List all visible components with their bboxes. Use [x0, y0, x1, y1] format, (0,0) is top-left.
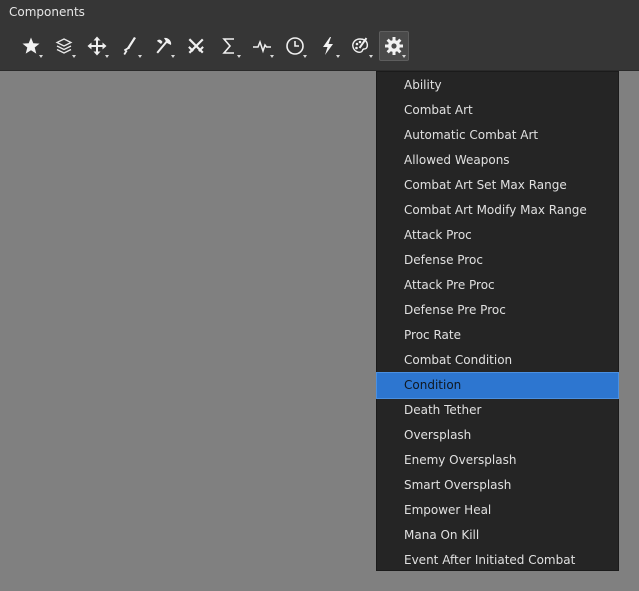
clock-tool-button[interactable] [278, 31, 311, 61]
chevron-down-icon [270, 55, 274, 58]
component-toolbar [14, 31, 409, 61]
menu-item-combat-art[interactable]: Combat Art [377, 98, 618, 123]
palette-tool-button[interactable] [344, 31, 377, 61]
menu-item-condition[interactable]: Condition [376, 372, 619, 399]
chevron-down-icon [237, 55, 241, 58]
menu-item-allowed-weapons[interactable]: Allowed Weapons [377, 148, 618, 173]
sigma-tool-button[interactable] [212, 31, 245, 61]
star-tool-button[interactable] [14, 31, 47, 61]
component-dropdown-menu: Ability Combat Art Automatic Combat Art … [376, 71, 619, 571]
menu-item-combat-art-modify-max-range[interactable]: Combat Art Modify Max Range [377, 198, 618, 223]
menu-item-mana-on-kill[interactable]: Mana On Kill [377, 523, 618, 548]
gear-icon [384, 36, 404, 56]
crossed-swords-icon [186, 36, 206, 56]
chevron-down-icon [369, 55, 373, 58]
menu-item-proc-rate[interactable]: Proc Rate [377, 323, 618, 348]
menu-item-ability[interactable]: Ability [377, 73, 618, 98]
chevron-down-icon [303, 55, 307, 58]
lightning-tool-button[interactable] [311, 31, 344, 61]
menu-item-empower-heal[interactable]: Empower Heal [377, 498, 618, 523]
chevron-down-icon [72, 55, 76, 58]
lightning-icon [318, 36, 338, 56]
settings-tool-button[interactable] [379, 31, 409, 61]
chevron-down-icon [171, 55, 175, 58]
sigma-icon [219, 36, 239, 56]
menu-item-enemy-oversplash[interactable]: Enemy Oversplash [377, 448, 618, 473]
menu-item-automatic-combat-art[interactable]: Automatic Combat Art [377, 123, 618, 148]
move-arrows-icon [87, 36, 107, 56]
menu-item-defense-pre-proc[interactable]: Defense Pre Proc [377, 298, 618, 323]
combat-tool-button[interactable] [179, 31, 212, 61]
chevron-down-icon [402, 55, 406, 58]
sword-icon [120, 36, 140, 56]
menu-item-attack-proc[interactable]: Attack Proc [377, 223, 618, 248]
clock-icon [285, 36, 305, 56]
menu-item-defense-proc[interactable]: Defense Proc [377, 248, 618, 273]
chevron-down-icon [336, 55, 340, 58]
components-panel: Components [0, 0, 639, 71]
pulse-icon [252, 36, 272, 56]
panel-title: Components [9, 5, 85, 19]
layers-icon [54, 36, 74, 56]
palette-icon [351, 36, 371, 56]
chevron-down-icon [138, 55, 142, 58]
sword-tool-button[interactable] [113, 31, 146, 61]
menu-item-oversplash[interactable]: Oversplash [377, 423, 618, 448]
menu-item-death-tether[interactable]: Death Tether [377, 398, 618, 423]
menu-item-combat-condition[interactable]: Combat Condition [377, 348, 618, 373]
axe-icon [153, 36, 173, 56]
layers-tool-button[interactable] [47, 31, 80, 61]
menu-item-combat-art-set-max-range[interactable]: Combat Art Set Max Range [377, 173, 618, 198]
chevron-down-icon [39, 55, 43, 58]
menu-item-attack-pre-proc[interactable]: Attack Pre Proc [377, 273, 618, 298]
menu-item-event-after-initiated-combat[interactable]: Event After Initiated Combat [377, 548, 618, 573]
axe-tool-button[interactable] [146, 31, 179, 61]
star-icon [21, 36, 41, 56]
move-tool-button[interactable] [80, 31, 113, 61]
chevron-down-icon [105, 55, 109, 58]
pulse-tool-button[interactable] [245, 31, 278, 61]
menu-item-smart-oversplash[interactable]: Smart Oversplash [377, 473, 618, 498]
